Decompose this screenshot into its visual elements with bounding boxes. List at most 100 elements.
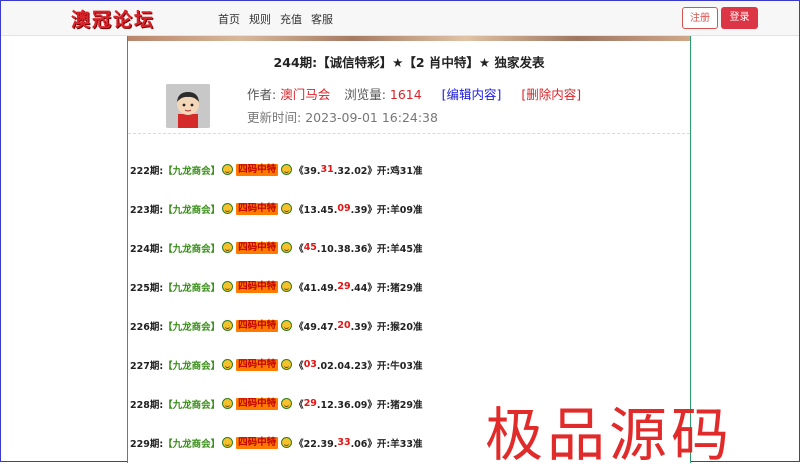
hit-number: 33 bbox=[337, 437, 351, 448]
list-item: 227期: 【九龙商会】 四码中特 《 03.02.04.23》 开:牛03准 bbox=[130, 345, 690, 384]
result-text: 开:羊33准 bbox=[376, 438, 423, 450]
smiley-icon bbox=[281, 398, 293, 409]
numbers-suffix: .10.38.36》 bbox=[316, 243, 377, 255]
smiley-icon bbox=[222, 398, 234, 409]
list-item: 225期: 【九龙商会】 四码中特 《41.49. 29.44》 开:猪29准 bbox=[130, 267, 690, 306]
hit-number: 31 bbox=[320, 164, 334, 175]
source-label: 【九龙商会】 bbox=[163, 243, 221, 255]
tag-badge: 四码中特 bbox=[236, 397, 279, 410]
numbers-prefix: 《13.45. bbox=[294, 204, 338, 216]
top-bar: 澳冠论坛 首页 规则 充值 客服 注册 登录 bbox=[1, 1, 799, 36]
author-name[interactable]: 澳门马会 bbox=[280, 87, 330, 102]
hit-number: 29 bbox=[303, 398, 317, 409]
tag-badge: 四码中特 bbox=[236, 202, 279, 215]
avatar-cartoon-icon bbox=[166, 84, 210, 128]
avatar bbox=[166, 84, 210, 128]
result-text: 开:鸡31准 bbox=[376, 165, 423, 177]
smiley-icon bbox=[222, 359, 234, 370]
smiley-icon bbox=[281, 437, 293, 448]
result-text: 开:羊45准 bbox=[376, 243, 423, 255]
list-item: 226期: 【九龙商会】 四码中特 《49.47. 20.39》 开:猴20准 bbox=[130, 306, 690, 345]
watermark-text: 极品源码 bbox=[485, 401, 734, 469]
numbers-prefix: 《 bbox=[294, 360, 304, 372]
register-button[interactable]: 注册 bbox=[682, 7, 718, 29]
views-label: 浏览量: bbox=[344, 87, 386, 102]
hit-number: 09 bbox=[337, 203, 351, 214]
delete-content-link[interactable]: [删除内容] bbox=[521, 87, 581, 102]
author-label: 作者: bbox=[247, 87, 277, 102]
smiley-icon bbox=[222, 320, 234, 331]
tag-badge: 四码中特 bbox=[236, 358, 279, 371]
source-label: 【九龙商会】 bbox=[163, 399, 221, 411]
numbers-prefix: 《 bbox=[294, 243, 304, 255]
nav-recharge[interactable]: 充值 bbox=[280, 11, 302, 27]
smiley-icon bbox=[281, 203, 293, 214]
nav-support[interactable]: 客服 bbox=[311, 11, 333, 27]
period-label: 223期: bbox=[130, 204, 164, 216]
smiley-icon bbox=[281, 359, 293, 370]
site-logo[interactable]: 澳冠论坛 bbox=[71, 5, 155, 32]
period-label: 227期: bbox=[130, 360, 164, 372]
hit-number: 29 bbox=[337, 281, 351, 292]
smiley-icon bbox=[222, 242, 234, 253]
result-text: 开:牛03准 bbox=[376, 360, 423, 372]
list-item: 224期: 【九龙商会】 四码中特 《 45.10.38.36》 开:羊45准 bbox=[130, 228, 690, 267]
numbers-prefix: 《49.47. bbox=[294, 321, 338, 333]
tag-badge: 四码中特 bbox=[236, 319, 279, 332]
hit-number: 45 bbox=[303, 242, 317, 253]
smiley-icon bbox=[222, 164, 234, 175]
numbers-prefix: 《22.39. bbox=[294, 438, 338, 450]
period-label: 226期: bbox=[130, 321, 164, 333]
updated-value: 2023-09-01 16:24:38 bbox=[305, 110, 438, 125]
result-text: 开:猴20准 bbox=[376, 321, 423, 333]
divider bbox=[128, 133, 690, 134]
numbers-suffix: .39》 bbox=[350, 321, 377, 333]
numbers-prefix: 《39. bbox=[294, 165, 321, 177]
result-text: 开:猪29准 bbox=[376, 282, 423, 294]
tag-badge: 四码中特 bbox=[236, 241, 279, 254]
updated-label: 更新时间: bbox=[247, 110, 302, 125]
numbers-suffix: .39》 bbox=[350, 204, 377, 216]
nav-rules[interactable]: 规则 bbox=[249, 11, 271, 27]
views-count: 1614 bbox=[389, 87, 422, 102]
tag-badge: 四码中特 bbox=[236, 436, 279, 449]
list-item: 223期: 【九龙商会】 四码中特 《13.45. 09.39》 开:羊09准 bbox=[130, 189, 690, 228]
post-meta: 作者: 澳门马会 浏览量: 1614 [编辑内容] [删除内容] bbox=[247, 84, 581, 103]
hit-number: 03 bbox=[303, 359, 317, 370]
numbers-suffix: .06》 bbox=[350, 438, 377, 450]
smiley-icon bbox=[222, 203, 234, 214]
smiley-icon bbox=[281, 320, 293, 331]
list-item: 222期: 【九龙商会】 四码中特 《39. 31.32.02》 开:鸡31准 bbox=[130, 150, 690, 189]
numbers-suffix: .02.04.23》 bbox=[316, 360, 377, 372]
period-label: 228期: bbox=[130, 399, 164, 411]
source-label: 【九龙商会】 bbox=[163, 204, 221, 216]
banner-image-strip bbox=[128, 36, 690, 41]
nav-home[interactable]: 首页 bbox=[218, 11, 240, 27]
numbers-prefix: 《41.49. bbox=[294, 282, 338, 294]
hit-number: 20 bbox=[337, 320, 351, 331]
period-label: 229期: bbox=[130, 438, 164, 450]
edit-content-link[interactable]: [编辑内容] bbox=[442, 87, 502, 102]
main-nav: 首页 规则 充值 客服 bbox=[218, 11, 333, 27]
post-title: 244期:【诚信特彩】★【2 肖中特】★ 独家发表 bbox=[273, 55, 545, 70]
numbers-prefix: 《 bbox=[294, 399, 304, 411]
source-label: 【九龙商会】 bbox=[163, 360, 221, 372]
period-label: 224期: bbox=[130, 243, 164, 255]
source-label: 【九龙商会】 bbox=[163, 321, 221, 333]
smiley-icon bbox=[281, 164, 293, 175]
numbers-suffix: .12.36.09》 bbox=[316, 399, 377, 411]
numbers-suffix: .32.02》 bbox=[333, 165, 377, 177]
update-time: 更新时间: 2023-09-01 16:24:38 bbox=[247, 107, 438, 126]
smiley-icon bbox=[281, 281, 293, 292]
source-label: 【九龙商会】 bbox=[163, 165, 221, 177]
numbers-suffix: .44》 bbox=[350, 282, 377, 294]
result-text: 开:羊09准 bbox=[376, 204, 423, 216]
smiley-icon bbox=[222, 281, 234, 292]
period-label: 222期: bbox=[130, 165, 164, 177]
result-text: 开:猪29准 bbox=[376, 399, 423, 411]
source-label: 【九龙商会】 bbox=[163, 438, 221, 450]
smiley-icon bbox=[222, 437, 234, 448]
login-button[interactable]: 登录 bbox=[721, 7, 758, 29]
smiley-icon bbox=[281, 242, 293, 253]
period-label: 225期: bbox=[130, 282, 164, 294]
